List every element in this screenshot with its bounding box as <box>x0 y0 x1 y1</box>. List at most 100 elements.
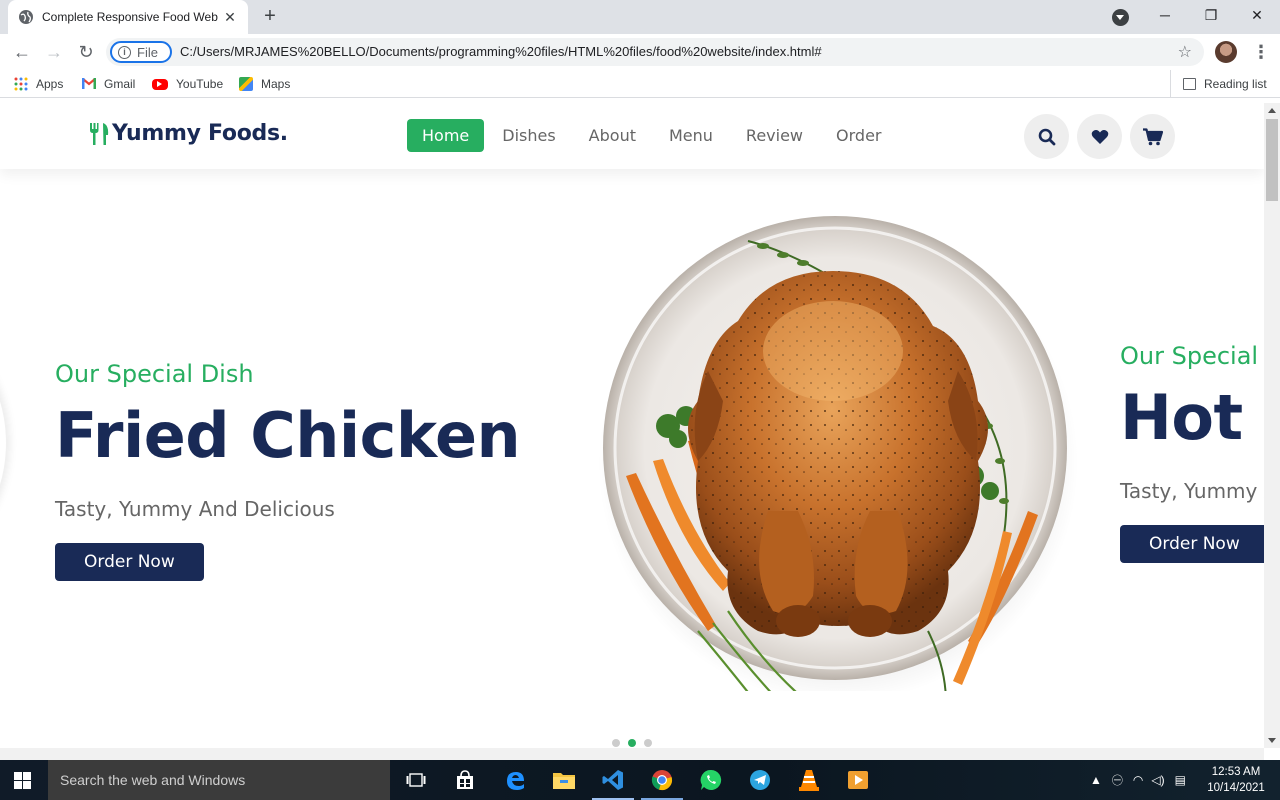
browser-tab[interactable]: Complete Responsive Food Web ✕ <box>8 0 248 34</box>
taskbar-search-box[interactable]: Search the web and Windows <box>48 760 390 800</box>
nav-review[interactable]: Review <box>731 119 818 152</box>
media-player-icon[interactable] <box>846 768 870 792</box>
file-explorer-icon[interactable] <box>552 768 576 792</box>
bookmark-maps-label: Maps <box>261 77 291 91</box>
new-tab-button[interactable]: + <box>258 6 282 28</box>
vlc-icon[interactable] <box>797 768 821 792</box>
browser-menu-icon[interactable]: ⋮ <box>1252 40 1270 64</box>
bookmarks-bar: Apps Gmail YouTube Maps <box>0 70 1280 98</box>
tab-search-icon[interactable] <box>1112 9 1129 26</box>
site-logo[interactable]: Yummy Foods. <box>88 121 288 146</box>
maps-icon <box>239 77 253 91</box>
url-text[interactable]: C:/Users/MRJAMES%20BELLO/Documents/progr… <box>180 44 822 59</box>
globe-icon <box>19 10 33 24</box>
volume-icon[interactable]: ◁) <box>1151 773 1164 787</box>
wishlist-button[interactable] <box>1077 114 1122 159</box>
bookmark-maps[interactable]: Maps <box>239 76 290 92</box>
bookmark-star-icon[interactable]: ☆ <box>1178 42 1192 62</box>
reading-list-icon <box>1183 78 1196 90</box>
clock-date: 10/14/2021 <box>1207 782 1265 794</box>
slide-button-wrap: Order Now <box>55 543 204 581</box>
slider-dot-active[interactable] <box>628 739 636 747</box>
browser-toolbar: ← → ↻ i File C:/Users/MRJAMES%20BELLO/Do… <box>0 34 1280 70</box>
scroll-up-arrow-icon[interactable] <box>1268 108 1276 113</box>
windows-start-icon[interactable] <box>14 772 31 789</box>
horizontal-scrollbar[interactable] <box>0 748 1264 760</box>
nav-home[interactable]: Home <box>407 119 485 152</box>
bookmark-youtube-label: YouTube <box>176 77 224 91</box>
next-slide-button-wrap: Order Now <box>1120 525 1264 563</box>
cart-button[interactable] <box>1130 114 1175 159</box>
vscode-icon[interactable] <box>601 768 625 792</box>
close-window-button[interactable]: ✕ <box>1234 4 1280 28</box>
search-button[interactable] <box>1024 114 1069 159</box>
bookmark-apps[interactable]: Apps <box>14 76 63 92</box>
telegram-icon[interactable] <box>748 768 772 792</box>
nav-dishes[interactable]: Dishes <box>487 119 570 152</box>
apps-grid-icon <box>14 77 28 91</box>
scroll-down-arrow-icon[interactable] <box>1268 738 1276 743</box>
search-icon <box>1038 128 1055 145</box>
nav-about[interactable]: About <box>574 119 651 152</box>
bookmark-gmail-label: Gmail <box>104 77 136 91</box>
main-nav: Home Dishes About Menu Review Order <box>407 119 899 152</box>
site-header: Yummy Foods. Home Dishes About Menu Revi… <box>0 103 1264 169</box>
bookmark-gmail[interactable]: Gmail <box>82 76 135 92</box>
bookmark-youtube[interactable]: YouTube <box>152 76 223 92</box>
nav-menu[interactable]: Menu <box>654 119 728 152</box>
vertical-scrollbar[interactable] <box>1264 103 1280 748</box>
address-bar[interactable]: i File C:/Users/MRJAMES%20BELLO/Document… <box>106 38 1204 66</box>
task-view-icon[interactable] <box>404 768 428 792</box>
slide-title-wrap: Fried Chicken <box>55 399 521 472</box>
restore-button[interactable]: ❐ <box>1188 4 1234 28</box>
edge-icon[interactable] <box>503 768 527 792</box>
taskbar-search-placeholder: Search the web and Windows <box>60 772 246 788</box>
slide-content: Our Special Dish <box>55 360 254 388</box>
next-slide-title: Hot <box>1120 381 1243 454</box>
reading-list-button[interactable]: Reading list <box>1170 70 1267 98</box>
tab-strip: Complete Responsive Food Web ✕ + ─ ❐ ✕ <box>0 0 1280 34</box>
page-viewport: Yummy Foods. Home Dishes About Menu Revi… <box>0 103 1264 748</box>
clock-time: 12:53 AM <box>1211 766 1261 778</box>
site-info-label: File <box>137 44 158 60</box>
shopping-cart-icon <box>1142 127 1163 145</box>
scroll-thumb[interactable] <box>1266 119 1278 201</box>
tray-chevron-icon[interactable]: ▲ <box>1090 773 1102 787</box>
next-slide-tagline-wrap: Tasty, Yummy A <box>1120 479 1264 503</box>
tab-close-icon[interactable]: ✕ <box>222 9 238 26</box>
forward-button[interactable]: → <box>42 40 66 64</box>
minimize-button[interactable]: ─ <box>1142 4 1188 28</box>
tab-title: Complete Responsive Food Web <box>42 10 218 24</box>
wifi-icon[interactable]: ◠ <box>1133 773 1143 787</box>
whatsapp-icon[interactable] <box>699 768 723 792</box>
utensils-icon <box>90 122 109 145</box>
gmail-icon <box>82 77 96 91</box>
slide-tagline: Tasty, Yummy And Delicious <box>55 497 335 521</box>
taskbar-clock[interactable]: 12:53 AM 10/14/2021 <box>1206 764 1266 796</box>
nav-order[interactable]: Order <box>821 119 896 152</box>
next-slide-subheading: Our Special D <box>1120 342 1264 370</box>
ime-icon[interactable]: ㊀ <box>1112 772 1123 788</box>
reading-list-label: Reading list <box>1204 77 1267 91</box>
next-slide-tagline: Tasty, Yummy A <box>1120 479 1264 503</box>
store-icon[interactable] <box>453 768 477 792</box>
back-button[interactable]: ← <box>10 40 34 64</box>
logo-text: Yummy Foods. <box>112 121 288 146</box>
profile-avatar[interactable] <box>1215 41 1237 63</box>
order-now-button[interactable]: Order Now <box>55 543 204 581</box>
site-info-chip[interactable]: i File <box>110 41 172 63</box>
slider-dot[interactable] <box>612 739 620 747</box>
next-slide-subheading-wrap: Our Special D <box>1120 342 1264 370</box>
header-icons <box>1024 114 1183 159</box>
next-order-now-button[interactable]: Order Now <box>1120 525 1264 563</box>
slide-tagline-wrap: Tasty, Yummy And Delicious <box>55 497 335 521</box>
chrome-icon[interactable] <box>650 768 674 792</box>
reload-button[interactable]: ↻ <box>74 40 98 64</box>
system-tray: ▲ ㊀ ◠ ◁) ▤ <box>1090 760 1196 800</box>
notifications-icon[interactable]: ▤ <box>1175 773 1186 787</box>
heart-icon <box>1091 129 1108 144</box>
slider-pagination <box>612 739 660 747</box>
windows-taskbar: Search the web and Windows ▲ ㊀ ◠ ◁) ▤ 12… <box>0 760 1280 800</box>
bookmark-apps-label: Apps <box>36 77 64 91</box>
slider-dot[interactable] <box>644 739 652 747</box>
